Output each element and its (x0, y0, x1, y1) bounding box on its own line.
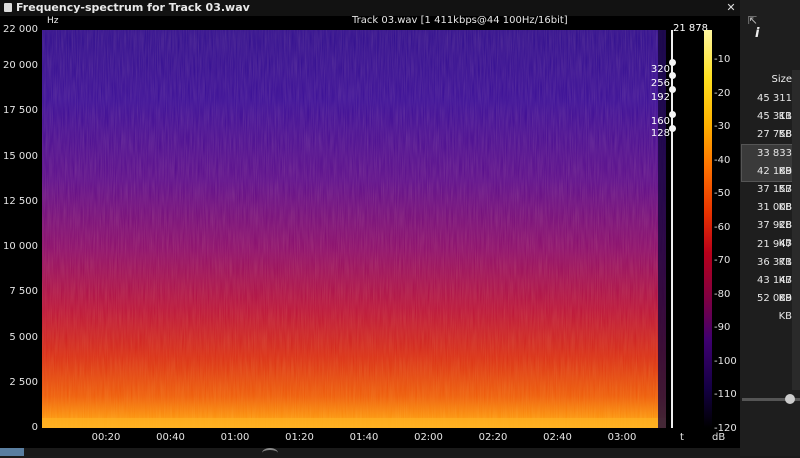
y-tick-label: 17 500 (3, 105, 38, 117)
y-tick-label: 0 (31, 422, 38, 433)
y-tick-label: 12 500 (3, 195, 38, 207)
y-tick-label: 22 000 (3, 24, 38, 35)
db-tick-label: -100 (714, 355, 737, 367)
db-tick-label: -80 (714, 288, 731, 300)
db-tick-label: -10 (714, 54, 731, 65)
y-tick-label: 2 500 (9, 376, 38, 388)
x-tick-label: 00:20 (91, 432, 121, 443)
y-tick-label: 5 000 (9, 331, 38, 343)
list-scrollbar[interactable] (792, 70, 800, 390)
max-frequency-readout: 21 878 (673, 23, 708, 34)
x-tick-label: 01:40 (349, 432, 379, 443)
x-tick-label: 01:00 (220, 432, 250, 443)
x-tick-label: 00:40 (156, 432, 185, 443)
bitrate-marker-label: 256 (650, 78, 670, 89)
bitrate-marker-dot[interactable] (669, 72, 676, 79)
db-tick-label: -90 (714, 322, 731, 333)
bitrate-marker-dot[interactable] (669, 111, 676, 118)
x-tick-label: 01:20 (285, 432, 314, 443)
x-tick-label: 03:00 (607, 432, 637, 443)
x-axis-label: t (680, 432, 684, 443)
x-tick-label: 02:20 (478, 432, 508, 443)
db-color-scale (704, 30, 712, 428)
y-tick-label: 20 000 (3, 60, 38, 72)
db-tick-label: -60 (714, 221, 731, 233)
bottom-tab[interactable] (0, 448, 24, 456)
y-axis-unit: Hz (47, 16, 59, 26)
transport-control-icon[interactable] (262, 448, 278, 458)
close-icon[interactable]: ✕ (724, 0, 738, 16)
db-tick-label: -70 (714, 255, 731, 266)
spectrogram-plot[interactable] (42, 30, 666, 428)
db-tick-label: -20 (714, 87, 731, 99)
y-tick-label: 7 500 (9, 286, 38, 298)
title-bar: Frequency-spectrum for Track 03.wav ✕ (0, 0, 740, 16)
info-icon[interactable]: i (755, 26, 759, 41)
y-tick-label: 15 000 (3, 150, 38, 162)
bitrate-marker-dot[interactable] (669, 86, 676, 93)
track-info: Track 03.wav [1 411kbps@44 100Hz/16bit] (352, 15, 568, 26)
db-tick-label: -40 (714, 154, 731, 166)
volume-slider-knob[interactable] (785, 394, 795, 404)
x-tick-label: 02:00 (414, 432, 443, 443)
bitrate-marker-label: 128 (650, 128, 670, 139)
db-tick-label: -110 (714, 389, 737, 400)
bitrate-marker-dot[interactable] (669, 125, 676, 132)
bitrate-marker-label: 320 (650, 64, 670, 75)
bottom-toolbar (0, 448, 740, 456)
window-title: Frequency-spectrum for Track 03.wav (16, 1, 250, 14)
db-tick-label: -50 (714, 188, 731, 199)
db-unit-label: dB (712, 432, 726, 443)
size-column-header[interactable]: Size (742, 74, 792, 85)
bitrate-marker-dot[interactable] (669, 59, 676, 66)
app-icon (4, 3, 12, 12)
db-tick-label: -30 (714, 121, 731, 132)
y-tick-label: 10 000 (3, 241, 38, 253)
x-tick-label: 02:40 (543, 432, 572, 443)
bitrate-marker-label: 160 (650, 116, 670, 127)
file-size-item[interactable]: 52 089 KB (742, 290, 792, 326)
bitrate-marker-label: 192 (650, 92, 670, 103)
